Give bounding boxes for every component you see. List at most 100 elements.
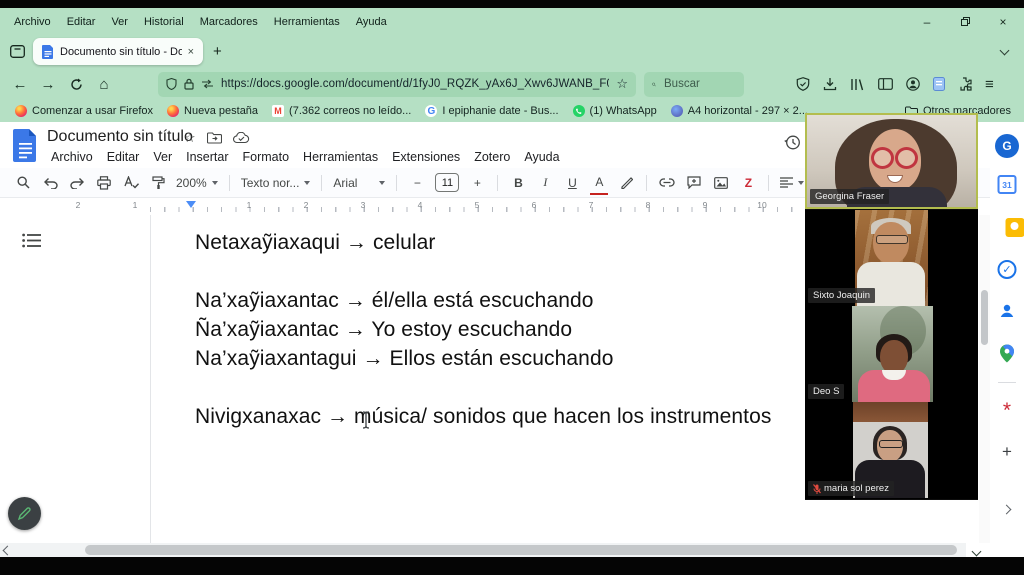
bold-button[interactable]: B (509, 172, 527, 194)
align-icon[interactable] (780, 172, 804, 194)
menu-herramientas[interactable]: Herramientas (266, 12, 348, 32)
paint-format-icon[interactable] (149, 172, 167, 194)
add-comment-icon[interactable] (685, 172, 703, 194)
menu-marcadores[interactable]: Marcadores (192, 12, 266, 32)
undo-icon[interactable] (41, 172, 59, 194)
underline-button[interactable]: U (563, 172, 581, 194)
docs-menu-insertar[interactable]: Insertar (179, 148, 235, 166)
zotero-addon-icon[interactable]: * (1003, 406, 1011, 418)
new-tab-button[interactable]: + (213, 43, 222, 60)
bookmark-item[interactable]: (1) WhatsApp (566, 103, 664, 119)
participant-tile[interactable]: Georgina Fraser (805, 113, 978, 209)
bookmark-item[interactable]: M(7.362 correos no leído... (265, 103, 418, 119)
list-tabs-icon[interactable] (1000, 46, 1010, 56)
downloads-icon[interactable] (823, 77, 837, 91)
vertical-scrollbar-thumb[interactable] (981, 290, 988, 345)
tab-close-icon[interactable]: × (188, 46, 194, 58)
menu-editar[interactable]: Editar (59, 12, 104, 32)
extensions-puzzle-icon[interactable] (958, 77, 972, 91)
insert-link-icon[interactable] (658, 172, 676, 194)
ruler-number: 1 (133, 200, 138, 210)
menu-historial[interactable]: Historial (136, 12, 192, 32)
font-size-increase[interactable]: + (468, 172, 486, 194)
document-title[interactable]: Documento sin título (47, 128, 193, 146)
horizontal-scrollbar-thumb[interactable] (85, 545, 957, 555)
docs-menu-herramientas[interactable]: Herramientas (296, 148, 385, 166)
font-size-decrease[interactable]: − (408, 172, 426, 194)
restore-button[interactable] (946, 17, 984, 26)
horizontal-scrollbar[interactable] (0, 543, 966, 557)
reader-sidebar-icon[interactable] (878, 78, 893, 90)
indent-marker[interactable] (186, 201, 196, 208)
app-menu-icon[interactable]: ≡ (985, 76, 994, 93)
version-history-icon[interactable] (784, 134, 801, 151)
doc-star-icon[interactable]: ☆ (184, 130, 196, 146)
highlight-button[interactable] (617, 172, 635, 194)
forward-button[interactable]: → (34, 71, 62, 97)
search-input[interactable] (662, 77, 736, 91)
bookmark-item[interactable]: Comenzar a usar Firefox (8, 103, 160, 119)
docs-menu-editar[interactable]: Editar (100, 148, 147, 166)
participant-tile[interactable]: Sixto Joaquin (805, 210, 978, 306)
search-menus-icon[interactable] (14, 172, 32, 194)
menu-archivo[interactable]: Archivo (6, 12, 59, 32)
contacts-icon[interactable] (998, 302, 1016, 320)
maps-icon[interactable] (1000, 344, 1015, 363)
minimize-button[interactable]: – (908, 15, 946, 29)
docs-menu-zotero[interactable]: Zotero (467, 148, 517, 166)
participant-tile[interactable]: Deo S (805, 306, 978, 402)
bookmark-star-icon[interactable]: ☆ (616, 76, 628, 92)
italic-button[interactable]: I (536, 172, 554, 194)
edit-mode-button[interactable] (8, 497, 41, 530)
bookmark-item[interactable]: Nueva pestaña (160, 103, 265, 119)
menu-ver[interactable]: Ver (103, 12, 136, 32)
move-folder-icon[interactable] (207, 132, 222, 144)
text-color-button[interactable]: A (590, 171, 608, 195)
firefox-view-icon[interactable] (10, 45, 25, 58)
redo-icon[interactable] (68, 172, 86, 194)
tracking-shield-icon[interactable] (166, 78, 177, 90)
docs-menu-extensiones[interactable]: Extensiones (385, 148, 467, 166)
keep-icon[interactable] (1005, 218, 1024, 237)
scroll-down-icon[interactable] (972, 547, 982, 557)
permissions-icon[interactable] (201, 79, 214, 89)
addon-page-icon[interactable] (933, 77, 945, 91)
document-outline-icon[interactable] (22, 233, 41, 248)
zotero-toolbar-button[interactable]: Z (739, 172, 757, 194)
font-size-field[interactable]: 11 (435, 173, 459, 192)
get-addons-icon[interactable]: + (1002, 442, 1012, 462)
cloud-status-icon[interactable] (233, 132, 250, 144)
library-icon[interactable] (850, 78, 865, 91)
insert-image-icon[interactable] (712, 172, 730, 194)
home-button[interactable]: ⌂ (90, 71, 118, 97)
account-avatar[interactable]: G (995, 134, 1019, 158)
docs-menu-ayuda[interactable]: Ayuda (517, 148, 566, 166)
browser-tab[interactable]: Documento sin título - Docum × (33, 38, 203, 65)
font-select[interactable]: Arial (333, 172, 385, 194)
calendar-icon[interactable]: 31 (998, 175, 1017, 194)
scroll-left-icon[interactable] (3, 545, 13, 555)
back-button[interactable]: ← (6, 71, 34, 97)
vertical-scrollbar[interactable] (979, 215, 990, 543)
spellcheck-icon[interactable] (122, 172, 140, 194)
reload-button[interactable] (62, 71, 90, 97)
docs-menu-formato[interactable]: Formato (236, 148, 297, 166)
zoom-select[interactable]: 200% (176, 172, 218, 194)
docs-menu-archivo[interactable]: Archivo (44, 148, 100, 166)
https-lock-icon[interactable] (184, 78, 194, 90)
bookmark-item[interactable]: A4 horizontal - 297 × 2... (664, 103, 815, 119)
participant-tile[interactable]: maria sol perez (805, 402, 978, 499)
tasks-icon[interactable]: ✓ (998, 260, 1017, 279)
collapse-panel-icon[interactable] (1002, 505, 1012, 515)
bookmark-item[interactable]: GI epiphanie date - Bus... (418, 103, 565, 119)
docs-menu-ver[interactable]: Ver (146, 148, 179, 166)
account-icon[interactable] (906, 77, 920, 91)
close-button[interactable]: × (984, 15, 1022, 29)
print-icon[interactable] (95, 172, 113, 194)
search-box[interactable] (644, 72, 744, 97)
styles-select[interactable]: Texto nor... (241, 172, 311, 194)
url-bar[interactable]: https://docs.google.com/document/d/1fyJ0… (158, 72, 636, 97)
menu-ayuda[interactable]: Ayuda (348, 12, 395, 32)
protections-badge-icon[interactable] (796, 77, 810, 91)
docs-logo-icon[interactable] (13, 129, 38, 162)
